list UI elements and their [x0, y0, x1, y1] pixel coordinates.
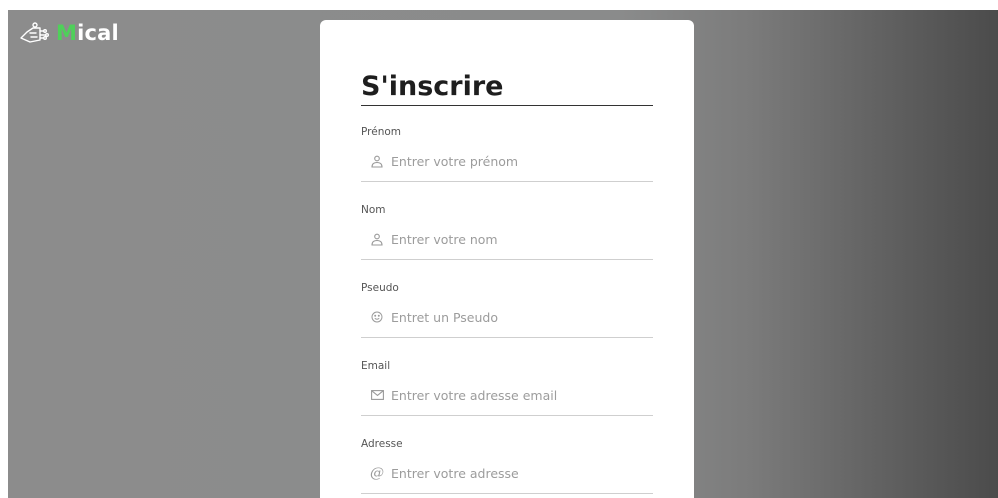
pseudo-field: Pseudo Entret un Pseudo	[361, 282, 653, 352]
input-placeholder: Entrer votre prénom	[391, 153, 519, 169]
smiley-icon	[370, 310, 384, 324]
firstname-input[interactable]: Entrer votre prénom	[370, 151, 518, 171]
mail-icon	[370, 388, 384, 402]
address-field: Adresse @ Entrer votre adresse	[361, 438, 653, 498]
pseudo-input[interactable]: Entret un Pseudo	[370, 307, 498, 327]
email-field: Email Entrer votre adresse email	[361, 360, 653, 430]
user-icon	[370, 154, 384, 168]
input-placeholder: Entrer votre adresse	[391, 465, 519, 481]
brand-name: Mical	[56, 21, 119, 45]
field-underline	[361, 181, 653, 182]
lastname-input[interactable]: Entrer votre nom	[370, 229, 498, 249]
brand-logo[interactable]: Mical	[18, 20, 119, 46]
field-underline	[361, 259, 653, 260]
field-label: Email	[361, 360, 391, 372]
field-underline	[361, 493, 653, 494]
lastname-field: Nom Entrer votre nom	[361, 204, 653, 274]
page-title: S'inscrire	[361, 70, 653, 106]
field-underline	[361, 337, 653, 338]
field-label: Adresse	[361, 438, 403, 450]
user-icon	[370, 232, 384, 246]
email-input[interactable]: Entrer votre adresse email	[370, 385, 557, 405]
field-underline	[361, 415, 653, 416]
input-placeholder: Entrer votre adresse email	[391, 387, 558, 403]
input-placeholder: Entrer votre nom	[391, 231, 498, 247]
field-label: Pseudo	[361, 282, 399, 294]
brain-icon	[18, 20, 52, 46]
at-icon: @	[370, 465, 384, 481]
address-input[interactable]: @ Entrer votre adresse	[370, 463, 519, 483]
field-label: Nom	[361, 204, 386, 216]
input-placeholder: Entret un Pseudo	[391, 309, 498, 325]
signup-card: S'inscrire Prénom Entrer votre prénom No…	[320, 20, 694, 498]
field-label: Prénom	[361, 126, 402, 138]
firstname-field: Prénom Entrer votre prénom	[361, 126, 653, 196]
